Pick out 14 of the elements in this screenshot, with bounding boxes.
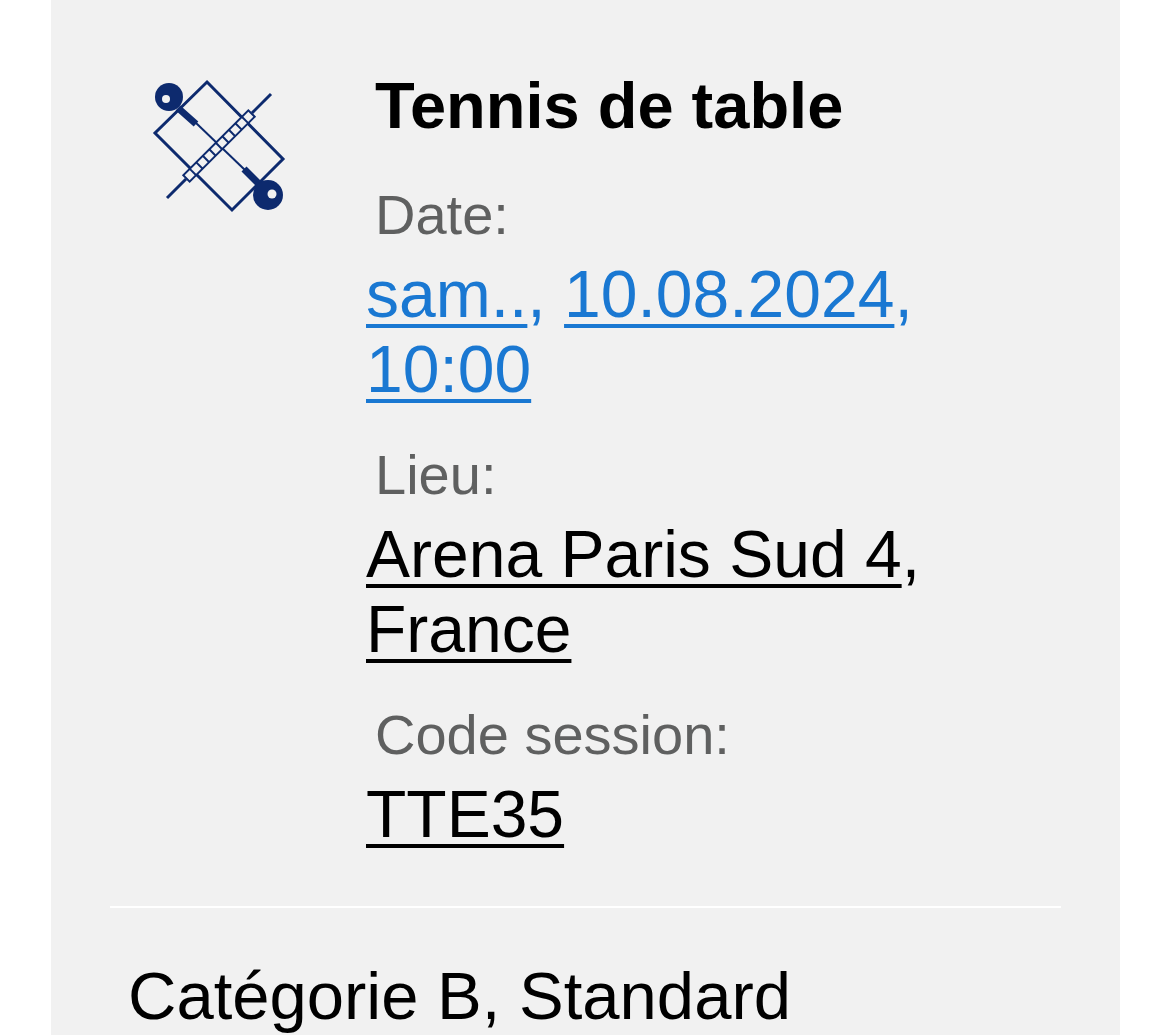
field-value: Arena Paris Sud 4, France <box>366 517 921 667</box>
category-text: Catégorie B, Standard <box>128 957 791 1034</box>
field-label: Lieu: <box>375 443 497 507</box>
value-link[interactable]: France <box>366 592 572 666</box>
value-link[interactable]: 10:00 <box>366 332 532 406</box>
field-label: Date: <box>375 183 509 247</box>
table-tennis-icon <box>152 79 286 213</box>
value-link[interactable]: TTE35 <box>366 777 565 851</box>
value-link[interactable]: sam.. <box>366 257 528 331</box>
field-label: Code session: <box>375 703 730 767</box>
field-value: sam.., 10.08.2024, 10:00 <box>366 257 914 407</box>
value-link[interactable]: 10.08.2024 <box>564 257 895 331</box>
event-title: Tennis de table <box>375 68 844 143</box>
value-link[interactable]: Arena Paris Sud 4 <box>366 517 902 591</box>
